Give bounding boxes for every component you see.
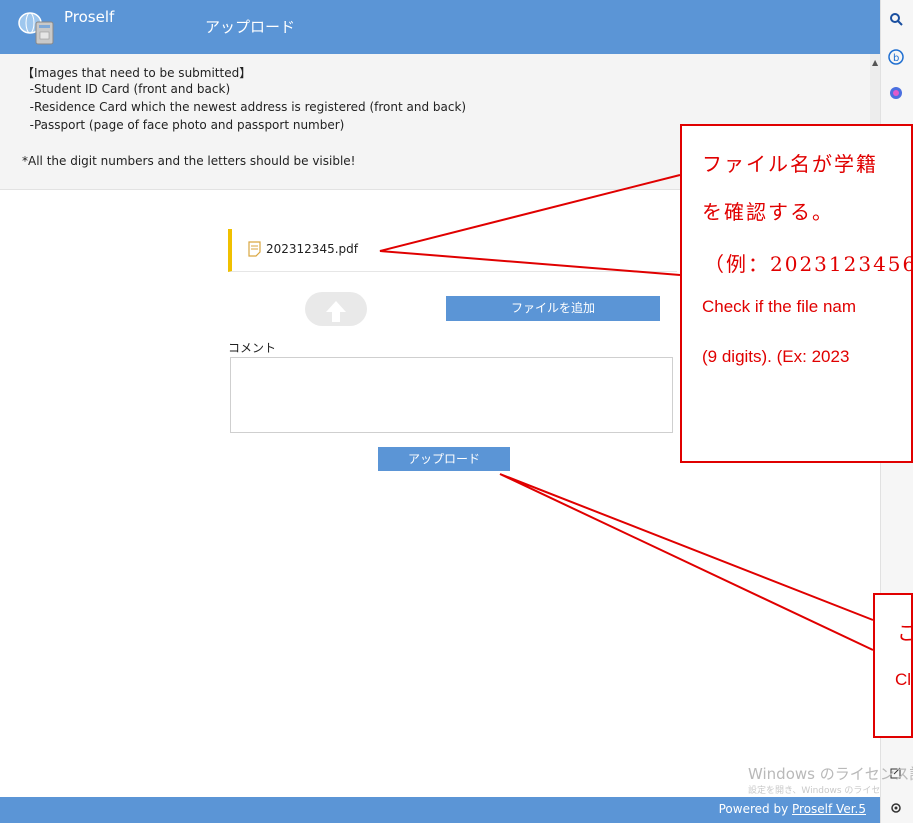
annotation-text: こ [897, 617, 911, 646]
top-bar [0, 0, 880, 54]
windows-activation-watermark-sub: 設定を開き、Windows のライセ [748, 786, 881, 796]
annotation-callout-filename: ファイル名が学籍 を確認する。 （例：2023123456 Check if t… [680, 124, 913, 463]
annotation-text: Cl [895, 670, 912, 689]
annotation-text: (9 digits). (Ex: 2023 [702, 347, 850, 366]
footer-bar: Powered by Proself Ver.5 [0, 797, 880, 823]
instruction-line: -Residence Card which the newest address… [22, 100, 467, 114]
drop-zone[interactable] [305, 292, 367, 326]
annotation-text: Check if the file nam [702, 297, 857, 316]
app-name: Proself [64, 8, 115, 26]
copilot-icon[interactable] [887, 84, 905, 102]
annotation-callout-upload: こ Cl [873, 593, 913, 738]
document-icon [248, 241, 261, 257]
instruction-line: -Passport (page of face photo and passpo… [22, 118, 345, 132]
instruction-note: *All the digit numbers and the letters s… [22, 154, 356, 168]
upload-button[interactable]: アップロード [378, 447, 510, 471]
windows-activation-watermark: Windows のライセンス認 [748, 765, 913, 783]
search-icon[interactable] [887, 10, 905, 28]
annotation-text: を確認する。 [702, 200, 834, 224]
powered-by-text: Powered by [718, 802, 792, 816]
annotation-text: ファイル名が学籍 [702, 152, 878, 176]
comment-input[interactable] [230, 357, 673, 433]
page-title: アップロード [205, 18, 296, 36]
instruction-heading: 【Images that need to be submitted】 [22, 66, 252, 80]
footer-text: Powered by Proself Ver.5 [719, 802, 866, 816]
scroll-up-arrow-icon[interactable]: ▲ [872, 58, 878, 67]
svg-text:b: b [893, 53, 899, 64]
annotation-text: （例：2023123456 [704, 252, 913, 276]
add-file-button[interactable]: ファイルを追加 [446, 296, 660, 321]
comment-label: コメント [228, 341, 277, 355]
settings-icon[interactable] [887, 799, 905, 817]
proself-logo [18, 12, 54, 45]
file-name: 202312345.pdf [266, 242, 358, 256]
proself-version-link[interactable]: Proself Ver.5 [792, 802, 866, 816]
upload-arrow-icon [326, 301, 346, 322]
instruction-line: -Student ID Card (front and back) [22, 82, 231, 96]
bing-icon[interactable]: b [887, 48, 905, 66]
